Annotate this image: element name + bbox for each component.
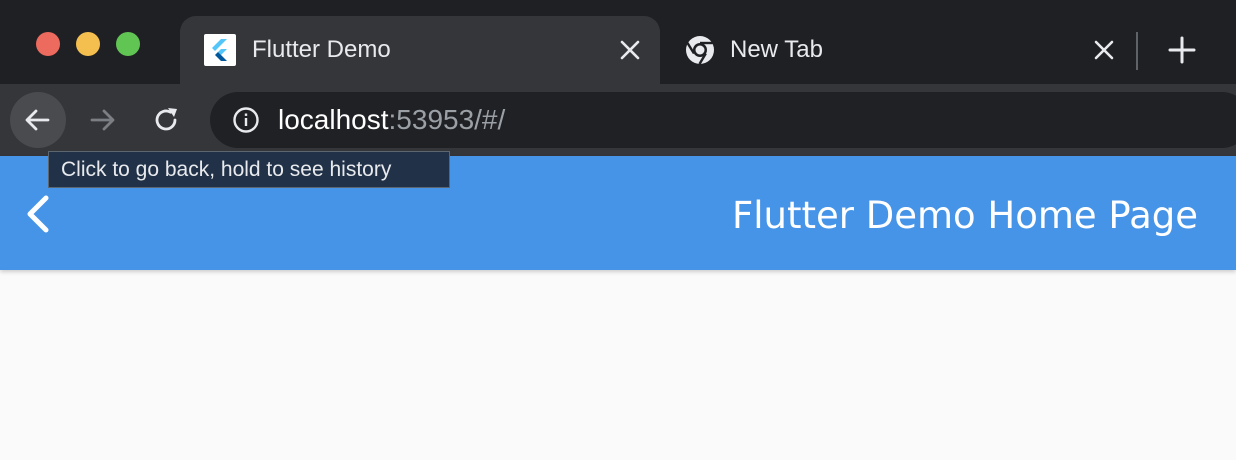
address-bar[interactable]: localhost:53953/#/ xyxy=(210,92,1236,148)
tab-flutter-demo[interactable]: Flutter Demo xyxy=(180,16,660,84)
tab-divider xyxy=(1136,32,1138,70)
flutter-logo-icon xyxy=(204,34,236,66)
chevron-left-icon[interactable] xyxy=(22,194,52,239)
tab-new-tab[interactable]: New Tab xyxy=(664,16,1134,84)
url-path: :53953/#/ xyxy=(388,104,506,135)
info-icon[interactable] xyxy=(232,106,260,139)
back-button-tooltip: Click to go back, hold to see history xyxy=(48,151,450,188)
tab-title: Flutter Demo xyxy=(252,36,391,63)
reload-icon xyxy=(155,108,177,131)
plus-icon[interactable] xyxy=(1168,36,1196,64)
minimize-window-button[interactable] xyxy=(76,32,100,56)
chrome-logo-icon xyxy=(684,34,716,66)
arrow-right-icon xyxy=(90,109,115,131)
tab-title: New Tab xyxy=(730,36,823,63)
browser-toolbar: localhost:53953/#/ xyxy=(0,84,1236,156)
close-icon[interactable] xyxy=(1092,38,1116,62)
tab-strip: Flutter Demo New Tab xyxy=(0,0,1236,84)
close-window-button[interactable] xyxy=(36,32,60,56)
browser-window: Flutter Demo New Tab localhost:53953/#/ … xyxy=(0,0,1236,460)
url-host: localhost xyxy=(278,104,389,135)
back-button[interactable] xyxy=(10,92,66,148)
app-bar-title: Flutter Demo Home Page xyxy=(731,194,1198,237)
zoom-window-button[interactable] xyxy=(116,32,140,56)
page-content: Flutter Demo Home Page xyxy=(0,156,1236,460)
close-icon[interactable] xyxy=(618,38,642,62)
reload-button[interactable] xyxy=(138,92,194,148)
forward-button[interactable] xyxy=(74,92,130,148)
url-text: localhost:53953/#/ xyxy=(278,104,505,136)
arrow-left-icon xyxy=(25,109,50,131)
